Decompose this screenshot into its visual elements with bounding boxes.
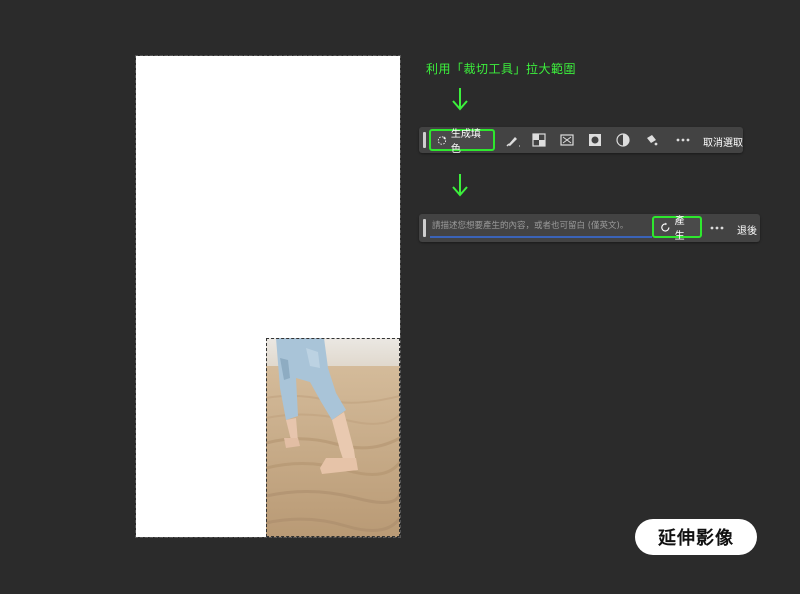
adjust-icon[interactable] (615, 132, 631, 148)
mask-invert-icon[interactable] (531, 132, 547, 148)
more-icon[interactable] (675, 132, 691, 148)
refresh-icon (661, 222, 670, 232)
generate-button[interactable]: 產生 (652, 216, 702, 242)
desert-photo (266, 338, 400, 537)
arrow-down-icon (452, 174, 468, 197)
prompt-taskbar: 產生 退後 (419, 214, 760, 242)
extend-image-badge: 延伸影像 (635, 519, 757, 555)
deselect-button[interactable]: 取消選取 (703, 134, 743, 149)
generative-fill-label: 生成填色 (450, 129, 481, 155)
annotation-text: 利用「裁切工具」拉大範圍 (426, 62, 577, 76)
generative-fill-button[interactable]: 生成填色 (429, 129, 495, 155)
generate-label: 產生 (674, 216, 685, 242)
brush-icon[interactable] (505, 132, 521, 148)
contextual-taskbar: 生成填色 取消選取 (419, 127, 743, 155)
fill-bucket-icon[interactable] (643, 132, 659, 148)
circle-mask-icon[interactable] (587, 132, 603, 148)
drag-handle[interactable] (423, 219, 426, 237)
sparkle-icon (437, 135, 447, 145)
back-button[interactable]: 退後 (737, 222, 757, 237)
drag-handle[interactable] (423, 132, 426, 148)
more-icon[interactable] (709, 220, 725, 236)
prompt-input[interactable] (430, 216, 652, 238)
transform-icon[interactable] (559, 132, 575, 148)
arrow-down-icon (452, 88, 468, 111)
desert-walking-image (266, 338, 400, 537)
